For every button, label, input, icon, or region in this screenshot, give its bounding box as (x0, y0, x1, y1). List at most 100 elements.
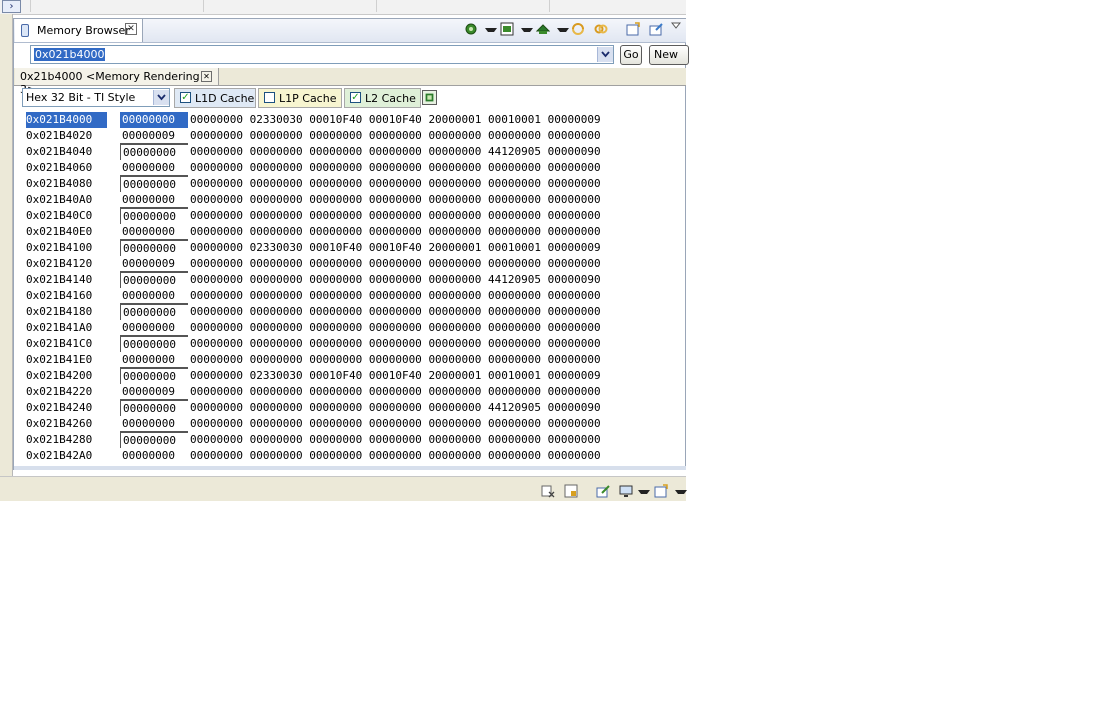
memory-cells[interactable]: 00000000 00000000 00000000 00000000 0000… (190, 384, 601, 400)
memory-cells[interactable]: 00000000 00000000 00000000 00000000 0000… (190, 416, 601, 432)
row-address[interactable]: 0x021B4280 (26, 432, 107, 448)
memory-cell[interactable]: 00000009 (548, 369, 601, 382)
chevron-down-icon[interactable] (675, 490, 687, 494)
memory-cell[interactable]: 00000000 (488, 177, 541, 190)
memory-cell[interactable]: 00000000 (548, 177, 601, 190)
memory-cell[interactable]: 00000000 (190, 305, 243, 318)
memory-cells[interactable]: 00000000 00000000 00000000 00000000 0000… (190, 176, 601, 192)
chevron-down-icon[interactable] (521, 28, 533, 32)
memory-cell[interactable]: 00000000 (369, 161, 422, 174)
memory-cell[interactable]: 00000000 (120, 176, 188, 192)
row-address[interactable]: 0x021B4200 (26, 368, 107, 384)
memory-cell[interactable]: 00000000 (428, 225, 481, 238)
memory-cell[interactable]: 00000000 (548, 257, 601, 270)
memory-cell[interactable]: 00000000 (190, 209, 243, 222)
memory-cell[interactable]: 00000000 (120, 304, 188, 320)
row-address[interactable]: 0x021B4220 (26, 384, 107, 400)
memory-cells[interactable]: 00000000 00000000 00000000 00000000 0000… (190, 224, 601, 240)
memory-cell[interactable]: 00000000 (428, 401, 481, 414)
memory-cells[interactable]: 00000000 00000000 00000000 00000000 0000… (190, 352, 601, 368)
memory-cells[interactable]: 00000000 02330030 00010F40 00010F40 2000… (190, 112, 601, 128)
memory-cell[interactable]: 00000000 (369, 209, 422, 222)
memory-cell[interactable]: 00000000 (548, 385, 601, 398)
memory-cell[interactable]: 00000090 (548, 401, 601, 414)
memory-cell[interactable]: 00000000 (120, 272, 188, 288)
chevron-right-icon[interactable]: › (2, 0, 21, 13)
memory-cell[interactable]: 00000000 (548, 353, 601, 366)
close-icon[interactable]: ✕ (201, 71, 212, 82)
memory-cell[interactable]: 00000000 (369, 257, 422, 270)
format-select[interactable]: Hex 32 Bit - TI Style (22, 88, 170, 107)
memory-cell[interactable]: 00000000 (369, 305, 422, 318)
memory-cell[interactable]: 00000000 (488, 433, 541, 446)
memory-cell[interactable]: 00000000 (250, 273, 303, 286)
memory-cell[interactable]: 00000000 (120, 352, 188, 368)
memory-cell[interactable]: 00000000 (120, 112, 188, 128)
rendering-tab[interactable]: 0x21b4000 <Memory Rendering 3> ✕ (15, 68, 219, 96)
new-view-icon[interactable] (626, 22, 640, 36)
memory-cell[interactable]: 00000000 (120, 240, 188, 256)
row-address[interactable]: 0x021B4160 (26, 288, 107, 304)
memory-cell[interactable]: 00000000 (250, 433, 303, 446)
memory-cell[interactable]: 00000000 (548, 193, 601, 206)
memory-cell[interactable]: 00000000 (309, 433, 362, 446)
memory-cell[interactable]: 00000000 (428, 273, 481, 286)
memory-cell[interactable]: 20000001 (428, 369, 481, 382)
go-button[interactable]: Go (620, 45, 642, 65)
memory-cell[interactable]: 00000000 (120, 288, 188, 304)
row-address[interactable]: 0x021B4140 (26, 272, 107, 288)
memory-cell[interactable]: 00000000 (250, 337, 303, 350)
memory-cell[interactable]: 00000000 (428, 193, 481, 206)
memory-cell[interactable]: 00000000 (428, 289, 481, 302)
memory-cell[interactable]: 00000000 (120, 432, 188, 448)
l1d-cache-toggle[interactable]: ✓ L1D Cache (174, 88, 256, 108)
memory-cell[interactable]: 00000000 (369, 321, 422, 334)
memory-cell[interactable]: 00000000 (250, 209, 303, 222)
memory-cell[interactable]: 00000000 (309, 289, 362, 302)
row-address[interactable]: 0x021B40E0 (26, 224, 107, 240)
memory-cell[interactable]: 02330030 (250, 369, 303, 382)
memory-cells[interactable]: 00000000 00000000 00000000 00000000 0000… (190, 400, 601, 416)
memory-cell[interactable]: 00000000 (548, 417, 601, 430)
memory-cell[interactable]: 00000000 (428, 449, 481, 462)
memory-cell[interactable]: 02330030 (250, 241, 303, 254)
memory-cell[interactable]: 00000000 (250, 257, 303, 270)
memory-cell[interactable]: 00000000 (250, 177, 303, 190)
memory-cell[interactable]: 00000000 (309, 225, 362, 238)
memory-cell[interactable]: 00000000 (488, 385, 541, 398)
close-icon[interactable]: ✕ (125, 23, 137, 35)
memory-cell[interactable]: 00000090 (548, 273, 601, 286)
memory-cell[interactable]: 00000000 (428, 161, 481, 174)
memory-cell[interactable]: 00000000 (488, 193, 541, 206)
refresh-memory-icon[interactable] (464, 22, 478, 36)
memory-cell[interactable]: 44120905 (488, 401, 541, 414)
memory-cells[interactable]: 00000000 00000000 00000000 00000000 0000… (190, 288, 601, 304)
memory-cell[interactable]: 00000000 (190, 369, 243, 382)
new-tab-button[interactable]: New Tab (649, 45, 689, 65)
memory-cells[interactable]: 00000000 00000000 00000000 00000000 0000… (190, 336, 601, 352)
memory-cell[interactable]: 00000000 (309, 209, 362, 222)
memory-cell[interactable]: 00000000 (120, 144, 188, 160)
memory-cell[interactable]: 00010F40 (369, 369, 422, 382)
memory-cell[interactable]: 00000000 (369, 417, 422, 430)
row-address[interactable]: 0x021B42A0 (26, 448, 107, 464)
memory-cell[interactable]: 00000000 (548, 321, 601, 334)
memory-cell[interactable]: 00000000 (309, 401, 362, 414)
memory-cells[interactable]: 00000000 00000000 00000000 00000000 0000… (190, 304, 601, 320)
memory-cell[interactable]: 00000000 (190, 337, 243, 350)
memory-cells[interactable]: 00000000 00000000 00000000 00000000 0000… (190, 128, 601, 144)
memory-cell[interactable]: 00000000 (190, 433, 243, 446)
memory-cell[interactable]: 00000009 (120, 128, 188, 144)
memory-cell[interactable]: 00000000 (309, 177, 362, 190)
memory-cell[interactable]: 00000000 (428, 177, 481, 190)
chevron-down-icon[interactable] (485, 28, 497, 32)
checkbox[interactable]: ✓ (180, 92, 191, 103)
memory-cell[interactable]: 00000000 (488, 305, 541, 318)
memory-cell[interactable]: 00000000 (428, 145, 481, 158)
memory-cell[interactable]: 00000000 (250, 161, 303, 174)
memory-cell[interactable]: 00000000 (250, 401, 303, 414)
memory-cell[interactable]: 00000000 (120, 416, 188, 432)
memory-cell[interactable]: 00000000 (190, 321, 243, 334)
memory-cell[interactable]: 00000000 (369, 193, 422, 206)
row-address[interactable]: 0x021B4260 (26, 416, 107, 432)
